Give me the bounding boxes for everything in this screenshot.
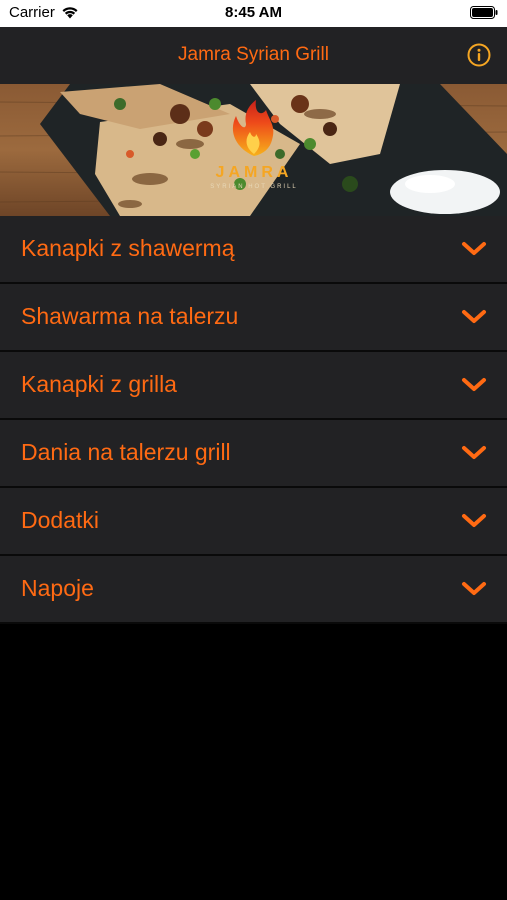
chevron-down-icon (462, 514, 486, 527)
hero-photo: JAMRA SYRIAN HOT GRILL (0, 84, 507, 216)
menu-category-label: Dania na talerzu grill (21, 439, 231, 465)
menu-category-grill-sandwiches[interactable]: Kanapki z grilla (0, 352, 507, 420)
battery-icon (470, 6, 498, 19)
menu-category-label: Kanapki z grilla (21, 371, 177, 397)
chevron-down-icon (462, 310, 486, 323)
menu-category-shawarma-sandwiches[interactable]: Kanapki z shawermą (0, 216, 507, 284)
info-button[interactable] (467, 43, 491, 67)
chevron-down-icon (462, 378, 486, 391)
menu-category-grill-plates[interactable]: Dania na talerzu grill (0, 420, 507, 488)
menu-category-shawarma-plates[interactable]: Shawarma na talerzu (0, 284, 507, 352)
page-title: Jamra Syrian Grill (178, 44, 329, 65)
status-time: 8:45 AM (225, 4, 282, 21)
logo-tagline: SYRIAN HOT GRILL (210, 184, 298, 190)
chevron-down-icon (462, 242, 486, 255)
menu-category-label: Kanapki z shawermą (21, 235, 235, 261)
info-circle-icon (467, 43, 491, 67)
status-bar: Carrier 8:45 AM (0, 0, 507, 27)
chevron-down-icon (462, 446, 486, 459)
menu-category-list: Kanapki z shawermą Shawarma na talerzu K… (0, 216, 507, 624)
menu-category-extras[interactable]: Dodatki (0, 488, 507, 556)
menu-category-label: Napoje (21, 575, 94, 601)
menu-category-label: Shawarma na talerzu (21, 303, 239, 329)
logo-name: JAMRA (216, 164, 293, 181)
menu-category-drinks[interactable]: Napoje (0, 556, 507, 624)
navigation-bar: Jamra Syrian Grill (0, 27, 507, 84)
chevron-down-icon (462, 582, 486, 595)
hero-image: JAMRA SYRIAN HOT GRILL (0, 84, 507, 216)
menu-category-label: Dodatki (21, 507, 99, 533)
